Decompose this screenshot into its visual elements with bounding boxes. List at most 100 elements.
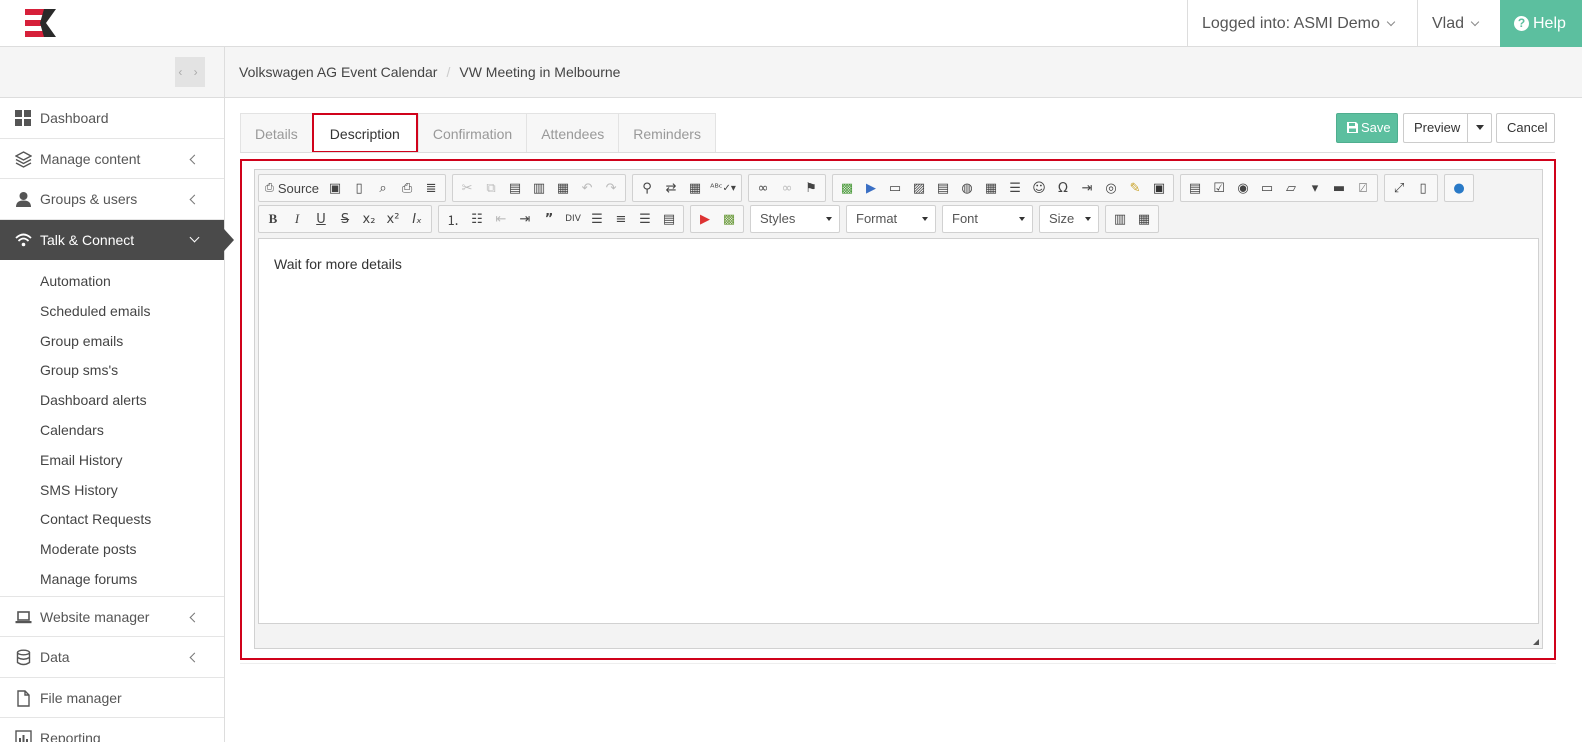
align-justify-icon[interactable]: ▤ <box>657 207 681 231</box>
horizontal-rule-icon[interactable]: ☰ <box>1003 176 1027 200</box>
redo-icon[interactable]: ↷ <box>599 176 623 200</box>
image-gallery-icon[interactable]: ▩ <box>835 176 859 200</box>
sidebar-subitem-group-emails[interactable]: Group emails <box>0 326 224 356</box>
smiley-icon[interactable]: ☺ <box>1027 176 1051 200</box>
help-button[interactable]: ? Help <box>1500 0 1582 47</box>
button-field-icon[interactable]: ▬ <box>1327 176 1351 200</box>
video-icon[interactable]: ▶ <box>859 176 883 200</box>
sidebar-item-reporting[interactable]: Reporting <box>0 718 224 742</box>
youtube-embed-icon[interactable]: ▶ <box>693 207 717 231</box>
youtube-icon[interactable]: ▣ <box>1147 176 1171 200</box>
sidebar-item-website-manager[interactable]: Website manager <box>0 597 224 638</box>
sidebar-subitem-automation[interactable]: Automation <box>0 266 224 296</box>
globe-link-icon[interactable]: ◎ <box>1099 176 1123 200</box>
new-page-icon[interactable]: ▯ <box>347 176 371 200</box>
image-icon[interactable]: ▨ <box>907 176 931 200</box>
editor-content-area[interactable]: Wait for more details <box>258 238 1539 624</box>
map-icon[interactable]: ▩ <box>717 207 741 231</box>
select-all-icon[interactable]: ▦ <box>683 176 707 200</box>
sidebar-item-data[interactable]: Data <box>0 637 224 678</box>
resize-handle[interactable] <box>1533 639 1539 645</box>
save-button[interactable]: Save <box>1336 113 1398 143</box>
table-icon[interactable]: ▦ <box>979 176 1003 200</box>
sidebar-item-groups-users[interactable]: Groups & users <box>0 179 224 220</box>
user-menu[interactable]: Vlad <box>1417 0 1500 47</box>
numbered-list-icon[interactable]: ⒈ <box>441 207 465 231</box>
spellcheck-icon[interactable]: ᴬᴮᶜ✓▾ <box>707 176 739 200</box>
sidebar-subitem-email-history[interactable]: Email History <box>0 445 224 475</box>
radio-icon[interactable]: ◉ <box>1231 176 1255 200</box>
monitor-icon[interactable]: ▭ <box>883 176 907 200</box>
underline-icon[interactable]: U <box>309 207 333 231</box>
page-break-icon[interactable]: ⇥ <box>1075 176 1099 200</box>
preview-options-button[interactable] <box>1467 113 1492 143</box>
cancel-button[interactable]: Cancel <box>1496 113 1555 143</box>
bulleted-list-icon[interactable]: ☷ <box>465 207 489 231</box>
copy-icon[interactable]: ⧉ <box>479 176 503 200</box>
print-icon[interactable]: ⎙ <box>395 176 419 200</box>
sidebar-subitem-sms-history[interactable]: SMS History <box>0 475 224 505</box>
italic-icon[interactable]: I <box>285 207 309 231</box>
align-left-icon[interactable]: ☰ <box>585 207 609 231</box>
sidebar-subitem-dashboard-alerts[interactable]: Dashboard alerts <box>0 385 224 415</box>
tab-reminders[interactable]: Reminders <box>618 113 716 153</box>
cut-icon[interactable]: ✂ <box>455 176 479 200</box>
sidebar-subitem-group-sms[interactable]: Group sms's <box>0 355 224 385</box>
special-char-icon[interactable]: Ω <box>1051 176 1075 200</box>
paste-icon[interactable]: ▤ <box>503 176 527 200</box>
superscript-icon[interactable]: x² <box>381 207 405 231</box>
font-dropdown[interactable]: Font <box>942 205 1033 233</box>
replace-icon[interactable]: ⇄ <box>659 176 683 200</box>
two-columns-icon[interactable]: ▥ <box>1108 207 1132 231</box>
sidebar-subitem-manage-forums[interactable]: Manage forums <box>0 564 224 594</box>
checkbox-icon[interactable]: ☑ <box>1207 176 1231 200</box>
textarea-icon[interactable]: ▱ <box>1279 176 1303 200</box>
find-icon[interactable]: ⚲ <box>635 176 659 200</box>
about-globe-icon[interactable]: ● <box>1447 176 1471 200</box>
logo-icon[interactable] <box>22 7 62 39</box>
textfield-icon[interactable]: ▭ <box>1255 176 1279 200</box>
format-dropdown[interactable]: Format <box>846 205 936 233</box>
styles-dropdown[interactable]: Styles <box>750 205 840 233</box>
breadcrumb-parent-link[interactable]: Volkswagen AG Event Calendar <box>239 64 437 80</box>
outdent-icon[interactable]: ⇤ <box>489 207 513 231</box>
undo-icon[interactable]: ↶ <box>575 176 599 200</box>
blockquote-icon[interactable]: ” <box>537 207 561 231</box>
three-columns-icon[interactable]: ▦ <box>1132 207 1156 231</box>
size-dropdown[interactable]: Size <box>1039 205 1099 233</box>
indent-icon[interactable]: ⇥ <box>513 207 537 231</box>
sidebar-subitem-scheduled-emails[interactable]: Scheduled emails <box>0 296 224 326</box>
tab-attendees[interactable]: Attendees <box>526 113 619 153</box>
tab-description[interactable]: Description <box>311 113 418 153</box>
bold-icon[interactable]: B <box>261 207 285 231</box>
div-container-icon[interactable]: DIV <box>561 207 585 231</box>
maximize-icon[interactable]: ⤢ <box>1387 176 1411 200</box>
tab-details[interactable]: Details <box>240 113 312 153</box>
select-field-icon[interactable]: ▾ <box>1303 176 1327 200</box>
paste-text-icon[interactable]: ▥ <box>527 176 551 200</box>
tab-confirmation[interactable]: Confirmation <box>417 113 527 153</box>
iframe-icon[interactable]: ▤ <box>931 176 955 200</box>
link-icon[interactable]: ∞ <box>751 176 775 200</box>
unlink-icon[interactable]: ∞ <box>775 176 799 200</box>
form-icon[interactable]: ▤ <box>1183 176 1207 200</box>
account-switcher[interactable]: Logged into: ASMI Demo <box>1187 0 1417 47</box>
sidebar-subitem-moderate-posts[interactable]: Moderate posts <box>0 534 224 564</box>
paste-word-icon[interactable]: ▦ <box>551 176 575 200</box>
subscript-icon[interactable]: x₂ <box>357 207 381 231</box>
hidden-field-icon[interactable]: ⍁ <box>1351 176 1375 200</box>
anchor-flag-icon[interactable]: ⚑ <box>799 176 823 200</box>
sidebar-subitem-calendars[interactable]: Calendars <box>0 415 224 445</box>
save-doc-icon[interactable]: ▣ <box>323 176 347 200</box>
align-right-icon[interactable]: ☰ <box>633 207 657 231</box>
source-button[interactable]: ⎙ Source <box>261 176 323 200</box>
remove-format-icon[interactable]: Iₓ <box>405 207 429 231</box>
flash-icon[interactable]: ◍ <box>955 176 979 200</box>
sidebar-item-dashboard[interactable]: Dashboard <box>0 98 224 139</box>
show-blocks-icon[interactable]: ▯ <box>1411 176 1435 200</box>
sidebar-subitem-contact-requests[interactable]: Contact Requests <box>0 504 224 534</box>
widget-icon[interactable]: ✎ <box>1123 176 1147 200</box>
sidebar-item-manage-content[interactable]: Manage content <box>0 139 224 179</box>
sidebar-item-talk-connect[interactable]: Talk & Connect <box>0 219 234 260</box>
templates-icon[interactable]: ≣ <box>419 176 443 200</box>
